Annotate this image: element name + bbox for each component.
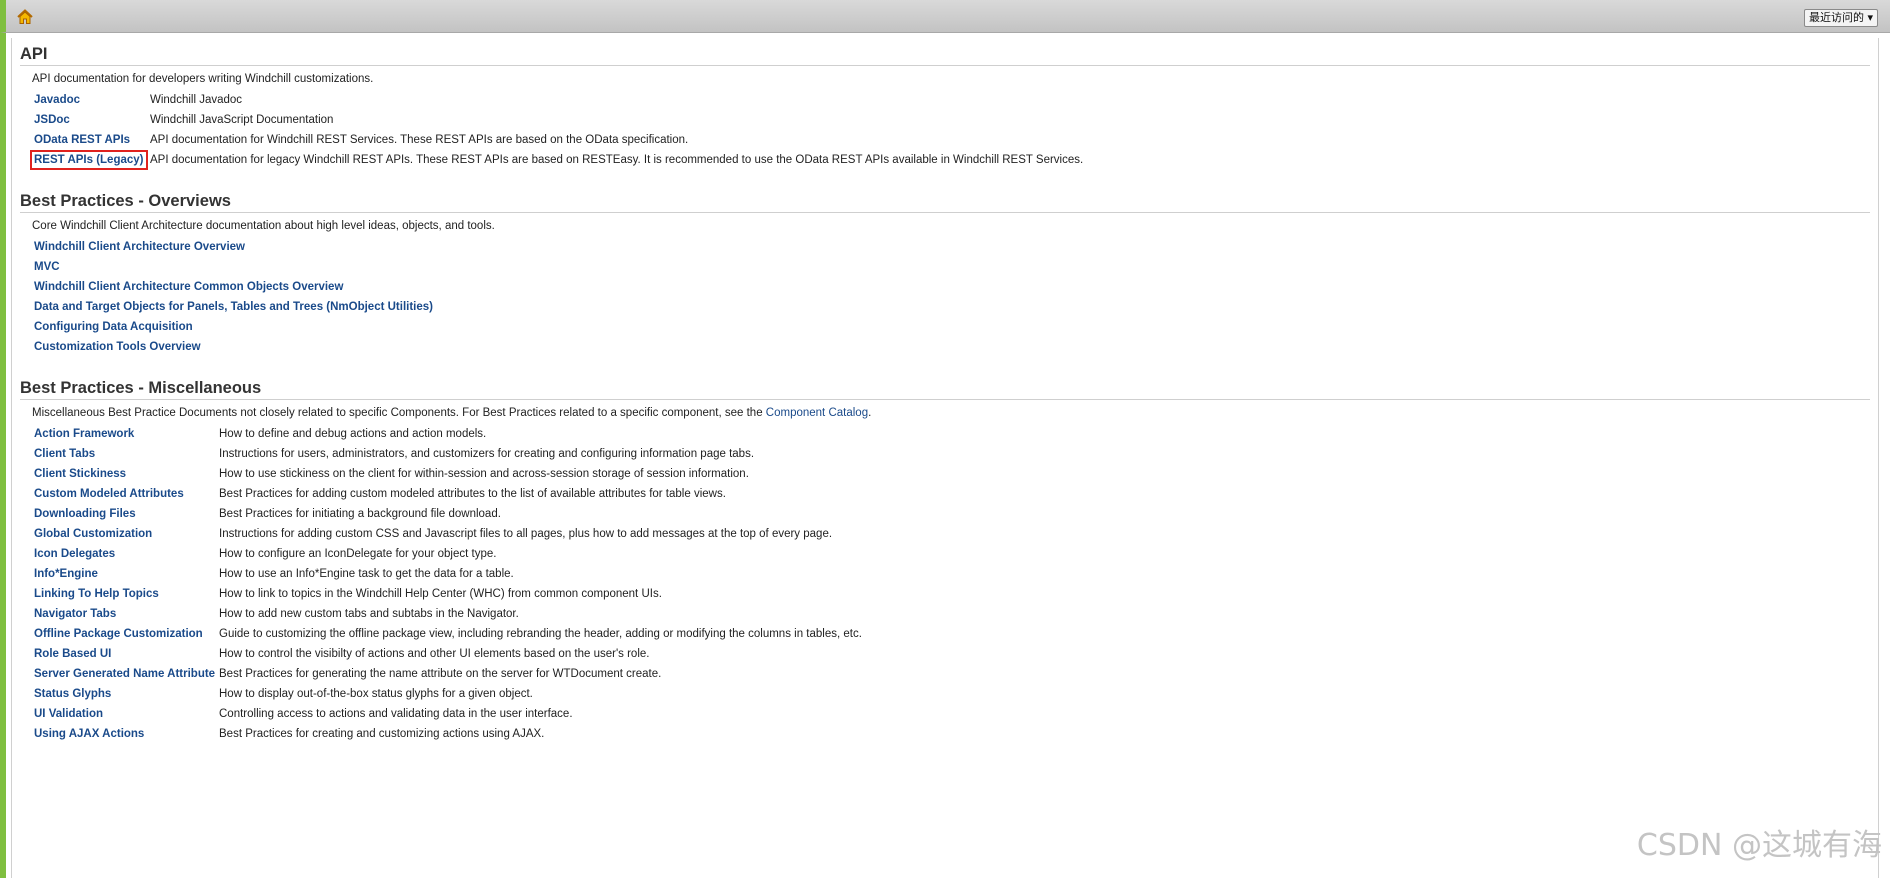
- link-navigator-tabs[interactable]: Navigator Tabs: [34, 608, 116, 620]
- list-item: Javadoc Windchill Javadoc: [32, 90, 1083, 110]
- item-description: Controlling access to actions and valida…: [219, 708, 573, 720]
- list-item: Global Customization Instructions for add…: [32, 524, 862, 544]
- section-description: Core Windchill Client Architecture docum…: [32, 220, 495, 232]
- watermark-text: CSDN @这城有海: [1636, 828, 1882, 863]
- link-ui-validation[interactable]: UI Validation: [34, 708, 103, 720]
- list-item: Action Framework How to define and debug …: [32, 424, 862, 444]
- item-description: How to link to topics in the Windchill H…: [219, 588, 662, 600]
- link-configuring-data-acquisition[interactable]: Configuring Data Acquisition: [34, 321, 193, 333]
- description-suffix: .: [868, 407, 872, 419]
- section-description: Miscellaneous Best Practice Documents no…: [32, 406, 1870, 420]
- list-item: REST APIs (Legacy) API documentation for…: [30, 150, 1084, 170]
- item-description: Best Practices for generating the name a…: [219, 668, 662, 680]
- link-info-engine[interactable]: Info*Engine: [34, 568, 98, 580]
- list-item: Downloading Files Best Practices for init…: [32, 504, 862, 524]
- list-item: Offline Package Customization Guide to cu…: [32, 624, 862, 644]
- item-description: How to configure an IconDelegate for you…: [219, 548, 497, 560]
- list-item: Client Stickiness How to use stickiness o…: [32, 464, 862, 484]
- section-description: API documentation for developers writing…: [32, 73, 374, 85]
- list-item: Status Glyphs How to display out-of-the-b…: [32, 684, 862, 704]
- link-server-generated-name-attribute[interactable]: Server Generated Name Attribute: [34, 668, 215, 680]
- link-nmobject-utilities[interactable]: Data and Target Objects for Panels, Tabl…: [34, 301, 433, 313]
- description-text: Miscellaneous Best Practice Documents no…: [32, 407, 766, 419]
- link-client-tabs[interactable]: Client Tabs: [34, 448, 95, 460]
- item-description: Best Practices for adding custom modeled…: [219, 488, 726, 500]
- list-item: Customization Tools Overview: [32, 337, 433, 357]
- link-downloading-files[interactable]: Downloading Files: [34, 508, 136, 520]
- link-common-objects-overview[interactable]: Windchill Client Architecture Common Obj…: [34, 281, 343, 293]
- item-description: Windchill Javadoc: [150, 94, 243, 106]
- link-role-based-ui[interactable]: Role Based UI: [34, 648, 111, 660]
- list-item: Windchill Client Architecture Overview: [32, 237, 433, 257]
- item-description: How to use stickiness on the client for …: [219, 468, 749, 480]
- misc-section: Best Practices - Miscellaneous Miscellan…: [20, 378, 1870, 744]
- link-linking-to-help-topics[interactable]: Linking To Help Topics: [34, 588, 159, 600]
- list-item: UI Validation Controlling access to actio…: [32, 704, 862, 724]
- item-description: How to add new custom tabs and subtabs i…: [219, 608, 519, 620]
- list-item: Linking To Help Topics How to link to top…: [32, 584, 862, 604]
- link-javadoc[interactable]: Javadoc: [34, 94, 80, 106]
- list-item: Custom Modeled Attributes Best Practices …: [32, 484, 862, 504]
- item-description: How to display out-of-the-box status gly…: [219, 688, 533, 700]
- item-description: Best Practices for initiating a backgrou…: [219, 508, 501, 520]
- item-description: Guide to customizing the offline package…: [219, 628, 862, 640]
- item-description: Windchill JavaScript Documentation: [150, 114, 334, 126]
- list-item: MVC: [32, 257, 433, 277]
- item-description: API documentation for legacy Windchill R…: [150, 154, 1084, 166]
- list-item: Configuring Data Acquisition: [32, 317, 433, 337]
- list-item: Icon Delegates How to configure an IconDe…: [32, 544, 862, 564]
- list-item: Navigator Tabs How to add new custom tabs…: [32, 604, 862, 624]
- list-item: JSDoc Windchill JavaScript Documentation: [32, 110, 1083, 130]
- list-item: Data and Target Objects for Panels, Tabl…: [32, 297, 433, 317]
- left-accent-bar: [0, 33, 6, 878]
- home-icon[interactable]: [16, 8, 34, 26]
- item-description: How to control the visibilty of actions …: [219, 648, 650, 660]
- list-item: Client Tabs Instructions for users, admin…: [32, 444, 862, 464]
- list-item: Server Generated Name Attribute Best Prac…: [32, 664, 862, 684]
- item-description: How to use an Info*Engine task to get th…: [219, 568, 514, 580]
- link-client-architecture-overview[interactable]: Windchill Client Architecture Overview: [34, 241, 245, 253]
- overviews-section: Best Practices - Overviews Core Windchil…: [20, 191, 1870, 357]
- list-item: OData REST APIs API documentation for Wi…: [32, 130, 1083, 150]
- section-title: API: [20, 44, 1870, 66]
- link-using-ajax-actions[interactable]: Using AJAX Actions: [34, 728, 144, 740]
- item-description: Instructions for adding custom CSS and J…: [219, 528, 833, 540]
- list-item: Role Based UI How to control the visibilt…: [32, 644, 862, 664]
- link-global-customization[interactable]: Global Customization: [34, 528, 152, 540]
- link-status-glyphs[interactable]: Status Glyphs: [34, 688, 111, 700]
- link-offline-package-customization[interactable]: Offline Package Customization: [34, 628, 203, 640]
- section-title: Best Practices - Overviews: [20, 191, 1870, 213]
- misc-list: Action Framework How to define and debug …: [32, 424, 862, 744]
- recent-visits-dropdown[interactable]: 最近访问的 ▾: [1803, 9, 1878, 27]
- item-description: Instructions for users, administrators, …: [219, 448, 755, 460]
- item-description: Best Practices for creating and customiz…: [219, 728, 545, 740]
- item-description: API documentation for Windchill REST Ser…: [150, 134, 689, 146]
- item-description: How to define and debug actions and acti…: [219, 428, 487, 440]
- list-item: Using AJAX Actions Best Practices for cre…: [32, 724, 862, 744]
- list-item: Info*Engine How to use an Info*Engine tas…: [32, 564, 862, 584]
- link-jsdoc[interactable]: JSDoc: [34, 114, 70, 126]
- link-customization-tools-overview[interactable]: Customization Tools Overview: [34, 341, 201, 353]
- link-client-stickiness[interactable]: Client Stickiness: [34, 468, 126, 480]
- link-custom-modeled-attributes[interactable]: Custom Modeled Attributes: [34, 488, 184, 500]
- link-odata-rest-apis[interactable]: OData REST APIs: [34, 134, 130, 146]
- overviews-list: Windchill Client Architecture Overview M…: [32, 237, 433, 357]
- link-mvc[interactable]: MVC: [34, 261, 60, 273]
- api-list: Javadoc Windchill Javadoc JSDoc Windchil…: [30, 90, 1084, 170]
- list-item: Windchill Client Architecture Common Obj…: [32, 277, 433, 297]
- link-icon-delegates[interactable]: Icon Delegates: [34, 548, 115, 560]
- api-section: API API documentation for developers wri…: [20, 44, 1870, 170]
- section-title: Best Practices - Miscellaneous: [20, 378, 1870, 400]
- main-content: API API documentation for developers wri…: [11, 38, 1879, 878]
- link-action-framework[interactable]: Action Framework: [34, 428, 134, 440]
- link-component-catalog[interactable]: Component Catalog: [766, 407, 868, 419]
- top-toolbar: 最近访问的 ▾: [0, 0, 1890, 33]
- link-rest-apis-legacy[interactable]: REST APIs (Legacy): [30, 150, 148, 170]
